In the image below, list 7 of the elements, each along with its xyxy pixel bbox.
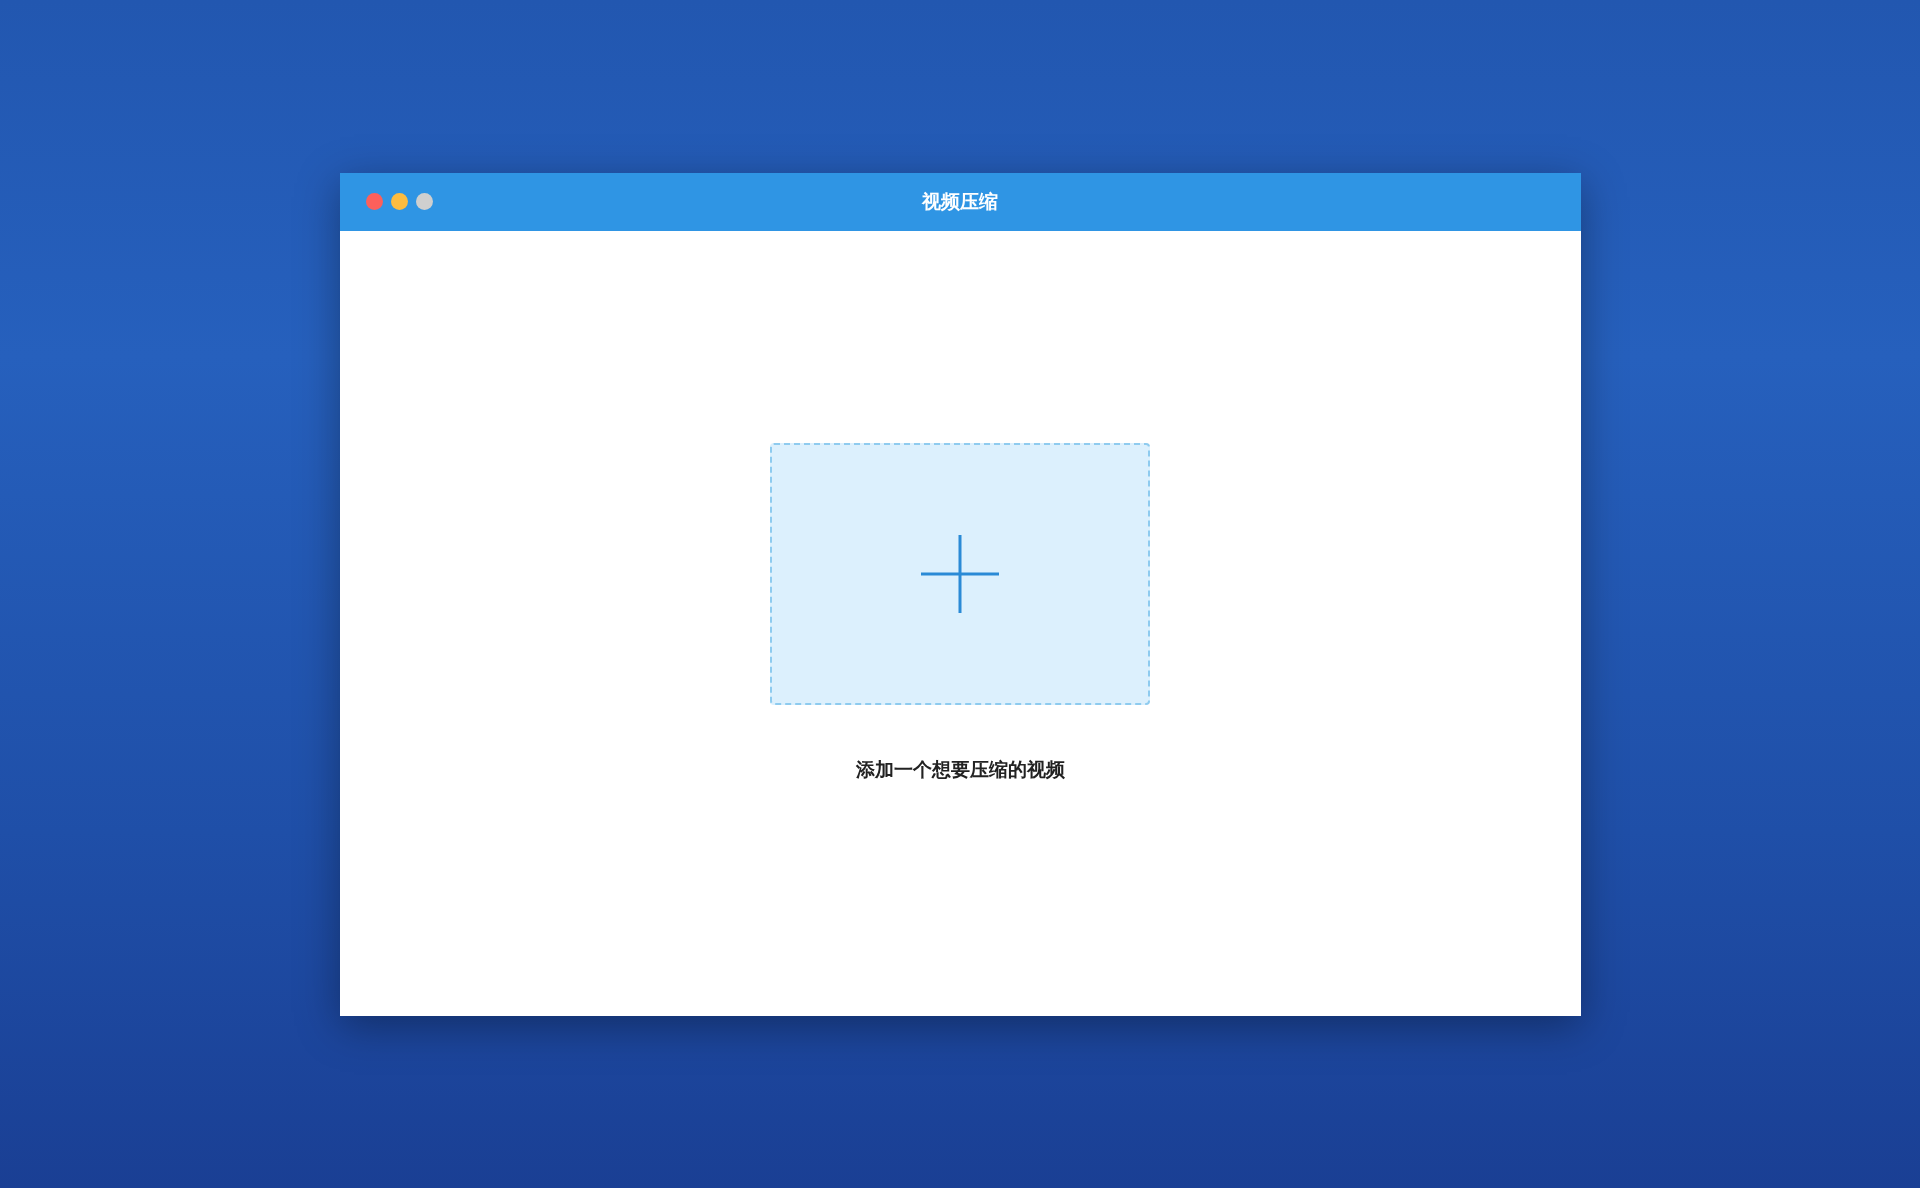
- minimize-icon[interactable]: [390, 192, 408, 210]
- drop-zone[interactable]: [770, 442, 1150, 705]
- zoom-icon[interactable]: [415, 192, 433, 210]
- window-title: 视频压缩: [922, 189, 998, 215]
- close-icon[interactable]: [365, 192, 383, 210]
- drop-zone-label: 添加一个想要压缩的视频: [855, 756, 1065, 782]
- plus-icon: [921, 534, 999, 613]
